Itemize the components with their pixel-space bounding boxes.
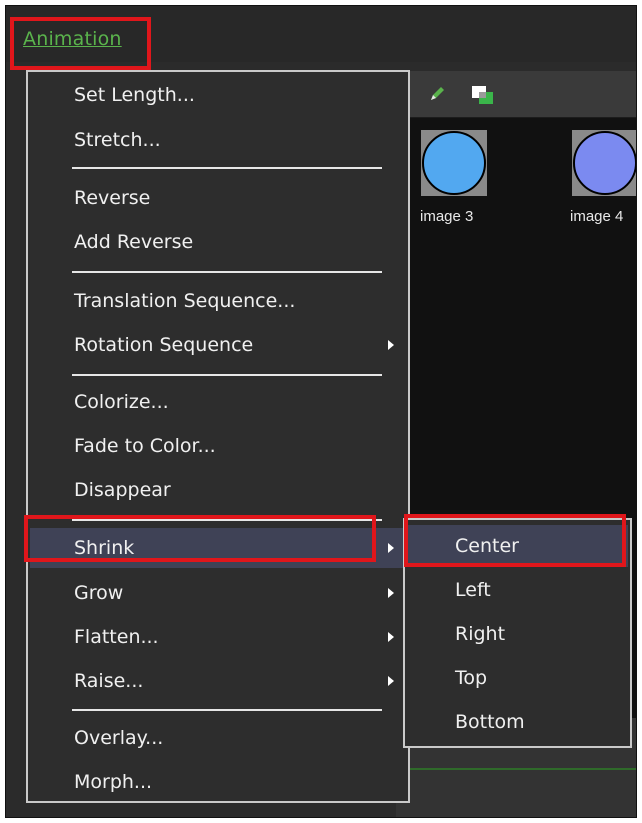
app-window: Animation image 3 image 4 Set Length... …	[5, 5, 637, 818]
submenu-arrow-icon	[388, 340, 394, 350]
submenu-item-label: Bottom	[455, 711, 525, 733]
menu-separator	[72, 519, 382, 521]
submenu-item-right[interactable]: Right	[407, 613, 628, 655]
menu-separator	[72, 709, 382, 711]
submenu-arrow-icon	[388, 676, 394, 686]
menu-item-label: Overlay...	[74, 727, 164, 749]
menu-item-add-reverse[interactable]: Add Reverse	[30, 222, 406, 262]
menu-item-overlay[interactable]: Overlay...	[30, 718, 406, 758]
menu-item-raise[interactable]: Raise...	[30, 661, 406, 701]
menu-item-label: Raise...	[74, 670, 144, 692]
circle-image	[573, 131, 636, 195]
menu-item-label: Reverse	[74, 187, 151, 209]
menu-bar: Animation	[6, 6, 636, 62]
menu-separator	[72, 167, 382, 169]
image-label: image 3	[420, 208, 474, 225]
menu-item-shrink[interactable]: Shrink	[30, 528, 406, 568]
menu-separator	[72, 374, 382, 376]
submenu-arrow-icon	[388, 543, 394, 553]
menu-item-disappear[interactable]: Disappear	[30, 470, 406, 510]
menu-separator	[72, 271, 382, 273]
animation-menu[interactable]: Animation	[23, 28, 122, 50]
menu-item-label: Fade to Color...	[74, 435, 216, 457]
submenu-arrow-icon	[388, 632, 394, 642]
menu-item-label: Rotation Sequence	[74, 334, 254, 356]
menu-item-label: Morph...	[74, 771, 153, 793]
menu-item-morph[interactable]: Morph...	[30, 762, 406, 802]
submenu-item-top[interactable]: Top	[407, 657, 628, 699]
menu-item-label: Disappear	[74, 479, 171, 501]
submenu-item-label: Top	[455, 667, 488, 689]
menu-item-label: Colorize...	[74, 391, 169, 413]
menu-item-fade-to-color[interactable]: Fade to Color...	[30, 426, 406, 466]
shrink-submenu: Center Left Right Top Bottom	[403, 518, 632, 748]
circle-image	[422, 131, 486, 195]
submenu-item-left[interactable]: Left	[407, 569, 628, 611]
menu-item-set-length[interactable]: Set Length...	[30, 75, 406, 115]
menu-item-rotation-sequence[interactable]: Rotation Sequence	[30, 325, 406, 365]
submenu-item-label: Center	[455, 535, 519, 557]
menu-item-label: Grow	[74, 582, 124, 604]
menu-item-label: Shrink	[74, 537, 135, 559]
submenu-item-center[interactable]: Center	[407, 525, 628, 567]
submenu-item-label: Right	[455, 623, 506, 645]
submenu-arrow-icon	[388, 588, 394, 598]
animation-dropdown-menu: Set Length... Stretch... Reverse Add Rev…	[26, 70, 410, 803]
canvas-toolbar	[396, 71, 636, 118]
image-thumbnail[interactable]	[572, 130, 636, 196]
image-thumbnail[interactable]	[421, 130, 487, 196]
menu-item-colorize[interactable]: Colorize...	[30, 382, 406, 422]
layers-icon[interactable]	[470, 84, 496, 110]
menu-item-label: Translation Sequence...	[74, 290, 296, 312]
menu-item-translation-sequence[interactable]: Translation Sequence...	[30, 281, 406, 321]
menu-item-label: Stretch...	[74, 129, 161, 151]
menu-item-label: Flatten...	[74, 626, 159, 648]
menu-item-reverse[interactable]: Reverse	[30, 178, 406, 218]
timeline-track	[396, 768, 636, 770]
menu-item-flatten[interactable]: Flatten...	[30, 617, 406, 657]
menu-item-label: Set Length...	[74, 84, 195, 106]
menu-item-label: Add Reverse	[74, 231, 194, 253]
menu-item-grow[interactable]: Grow	[30, 573, 406, 613]
submenu-item-bottom[interactable]: Bottom	[407, 701, 628, 743]
image-label: image 4	[570, 208, 624, 225]
menu-item-stretch[interactable]: Stretch...	[30, 120, 406, 160]
submenu-item-label: Left	[455, 579, 491, 601]
pencil-icon[interactable]	[428, 85, 446, 107]
